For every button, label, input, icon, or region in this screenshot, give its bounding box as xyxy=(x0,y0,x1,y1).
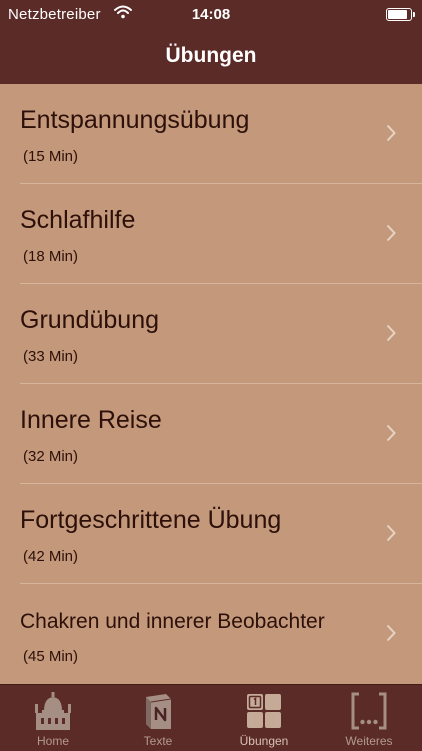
tab-label: Übungen xyxy=(239,734,289,748)
status-time: 14:08 xyxy=(191,6,231,23)
tab-bar: Home Texte Übungen Weiteres xyxy=(0,684,422,751)
exercises-grid-icon xyxy=(247,694,281,728)
exercise-row[interactable]: Fortgeschrittene Übung (42 Min) xyxy=(0,484,422,584)
chevron-right-icon xyxy=(386,324,396,342)
chevron-right-icon xyxy=(386,224,396,242)
exercise-row[interactable]: Entspannungsübung (15 Min) xyxy=(0,84,422,184)
chevron-right-icon xyxy=(386,624,396,642)
status-bar: Netzbetreiber 14:08 xyxy=(0,0,422,30)
tab-home[interactable]: Home xyxy=(0,685,106,751)
chevron-right-icon xyxy=(386,124,396,142)
exercise-duration: (32 Min) xyxy=(23,448,79,465)
exercise-title: Chakren und innerer Beobachter xyxy=(20,610,325,633)
tab-label: Weiteres xyxy=(345,734,393,748)
page-title: Übungen xyxy=(165,44,257,67)
exercise-row[interactable]: Schlafhilfe (18 Min) xyxy=(0,184,422,284)
exercise-list: Entspannungsübung (15 Min) Schlafhilfe (… xyxy=(0,84,422,684)
cathedral-icon xyxy=(35,692,71,730)
chevron-right-icon xyxy=(386,424,396,442)
book-icon xyxy=(146,694,172,729)
navigation-header: Netzbetreiber 14:08 Übungen xyxy=(0,0,422,84)
tab-label: Texte xyxy=(143,734,173,748)
exercise-duration: (45 Min) xyxy=(23,648,79,665)
exercise-duration: (15 Min) xyxy=(23,148,79,165)
tab-texte[interactable]: Texte xyxy=(105,685,211,751)
tab-uebungen[interactable]: Übungen xyxy=(211,685,317,751)
more-brackets-icon xyxy=(351,692,387,730)
chevron-right-icon xyxy=(386,524,396,542)
exercise-title: Schlafhilfe xyxy=(20,206,136,234)
exercise-duration: (18 Min) xyxy=(23,248,79,265)
exercise-row[interactable]: Innere Reise (32 Min) xyxy=(0,384,422,484)
exercise-title: Grundübung xyxy=(20,306,160,334)
exercise-title: Innere Reise xyxy=(20,406,162,434)
exercise-row[interactable]: Chakren und innerer Beobachter (45 Min) xyxy=(0,584,422,684)
exercise-duration: (42 Min) xyxy=(23,548,79,565)
tab-weiteres[interactable]: Weiteres xyxy=(316,685,422,751)
exercise-row[interactable]: Grundübung (33 Min) xyxy=(0,284,422,384)
tab-label: Home xyxy=(36,734,69,748)
battery-icon xyxy=(386,8,415,21)
exercise-title: Fortgeschrittene Übung xyxy=(20,506,282,534)
exercise-title: Entspannungsübung xyxy=(20,106,250,134)
exercise-duration: (33 Min) xyxy=(23,348,79,365)
